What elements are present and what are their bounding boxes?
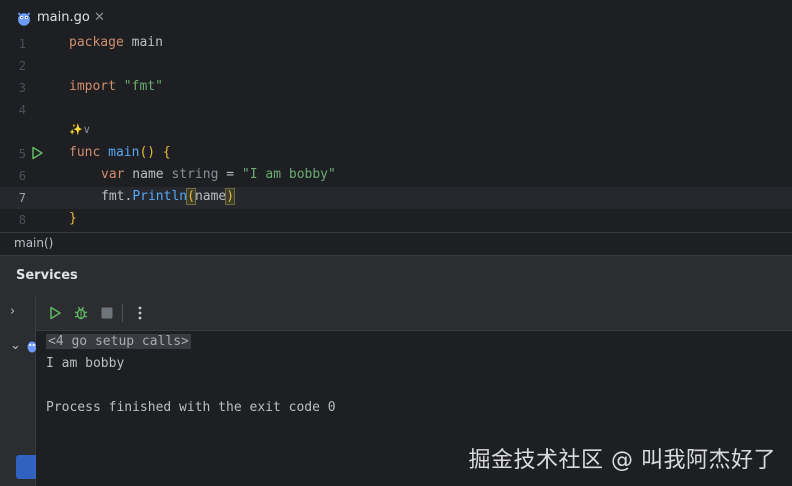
more-options-icon	[138, 306, 142, 320]
code-text: var name string = "I am bobby"	[101, 167, 336, 182]
code-text: func main() {	[69, 145, 171, 160]
tab-filename: main.go	[37, 10, 90, 25]
ai-assistant-icon[interactable]: ✨∨	[69, 123, 91, 136]
code-editor[interactable]: 1 package main 2 3 import "fmt" 4 ✨∨ 5 f…	[0, 33, 792, 229]
line-number: 6	[18, 169, 26, 183]
text-caret	[234, 189, 236, 204]
code-line: 6 var name string = "I am bobby"	[0, 165, 792, 187]
code-line: 4	[0, 99, 792, 121]
chevron-right-icon[interactable]: ›	[10, 304, 15, 319]
stop-button[interactable]	[98, 304, 116, 322]
console-exit-line: Process finished with the exit code 0	[46, 400, 336, 415]
line-number: 1	[18, 37, 26, 51]
console-toolbar	[36, 296, 792, 331]
console-output-line: I am bobby	[46, 356, 125, 371]
services-tool-window-header: Services	[0, 255, 792, 296]
toolbar-divider	[122, 304, 123, 322]
services-title: Services	[16, 268, 78, 283]
chevron-down-icon[interactable]: ⌄	[10, 338, 21, 353]
close-icon[interactable]: ✕	[94, 10, 105, 25]
line-number: 4	[18, 103, 26, 117]
rerun-button[interactable]	[46, 304, 64, 322]
folded-setup-calls[interactable]: <4 go setup calls>	[46, 334, 191, 349]
line-number: 7	[18, 191, 26, 205]
run-gutter-icon[interactable]	[30, 146, 44, 160]
code-text: import "fmt"	[69, 79, 163, 94]
code-line: 8 }	[0, 209, 792, 231]
inlay-hint-row: ✨∨	[0, 121, 792, 143]
debug-icon	[74, 306, 88, 320]
breadcrumb-item[interactable]: main()	[14, 236, 53, 250]
selected-node-highlight[interactable]	[16, 455, 38, 479]
debug-button[interactable]	[72, 304, 90, 322]
line-number: 5	[18, 147, 26, 161]
line-number: 3	[18, 81, 26, 95]
more-options-button[interactable]	[131, 304, 149, 322]
run-icon	[50, 306, 61, 320]
code-text: }	[69, 211, 77, 226]
code-line: 1 package main	[0, 33, 792, 55]
breadcrumb[interactable]: main()	[0, 232, 792, 255]
code-line: 3 import "fmt"	[0, 77, 792, 99]
stop-icon	[101, 307, 113, 319]
code-line: 2	[0, 55, 792, 77]
code-text: fmt.Println(name)	[101, 188, 236, 205]
go-gopher-icon	[18, 12, 30, 26]
code-line-current: 7 fmt.Println(name)	[0, 187, 792, 209]
watermark-text: 掘金技术社区 @ 叫我阿杰好了	[468, 448, 776, 473]
code-line: 5 func main() {	[0, 143, 792, 165]
code-text: package main	[69, 35, 163, 50]
line-number: 2	[18, 59, 26, 73]
line-number: 8	[18, 213, 26, 227]
